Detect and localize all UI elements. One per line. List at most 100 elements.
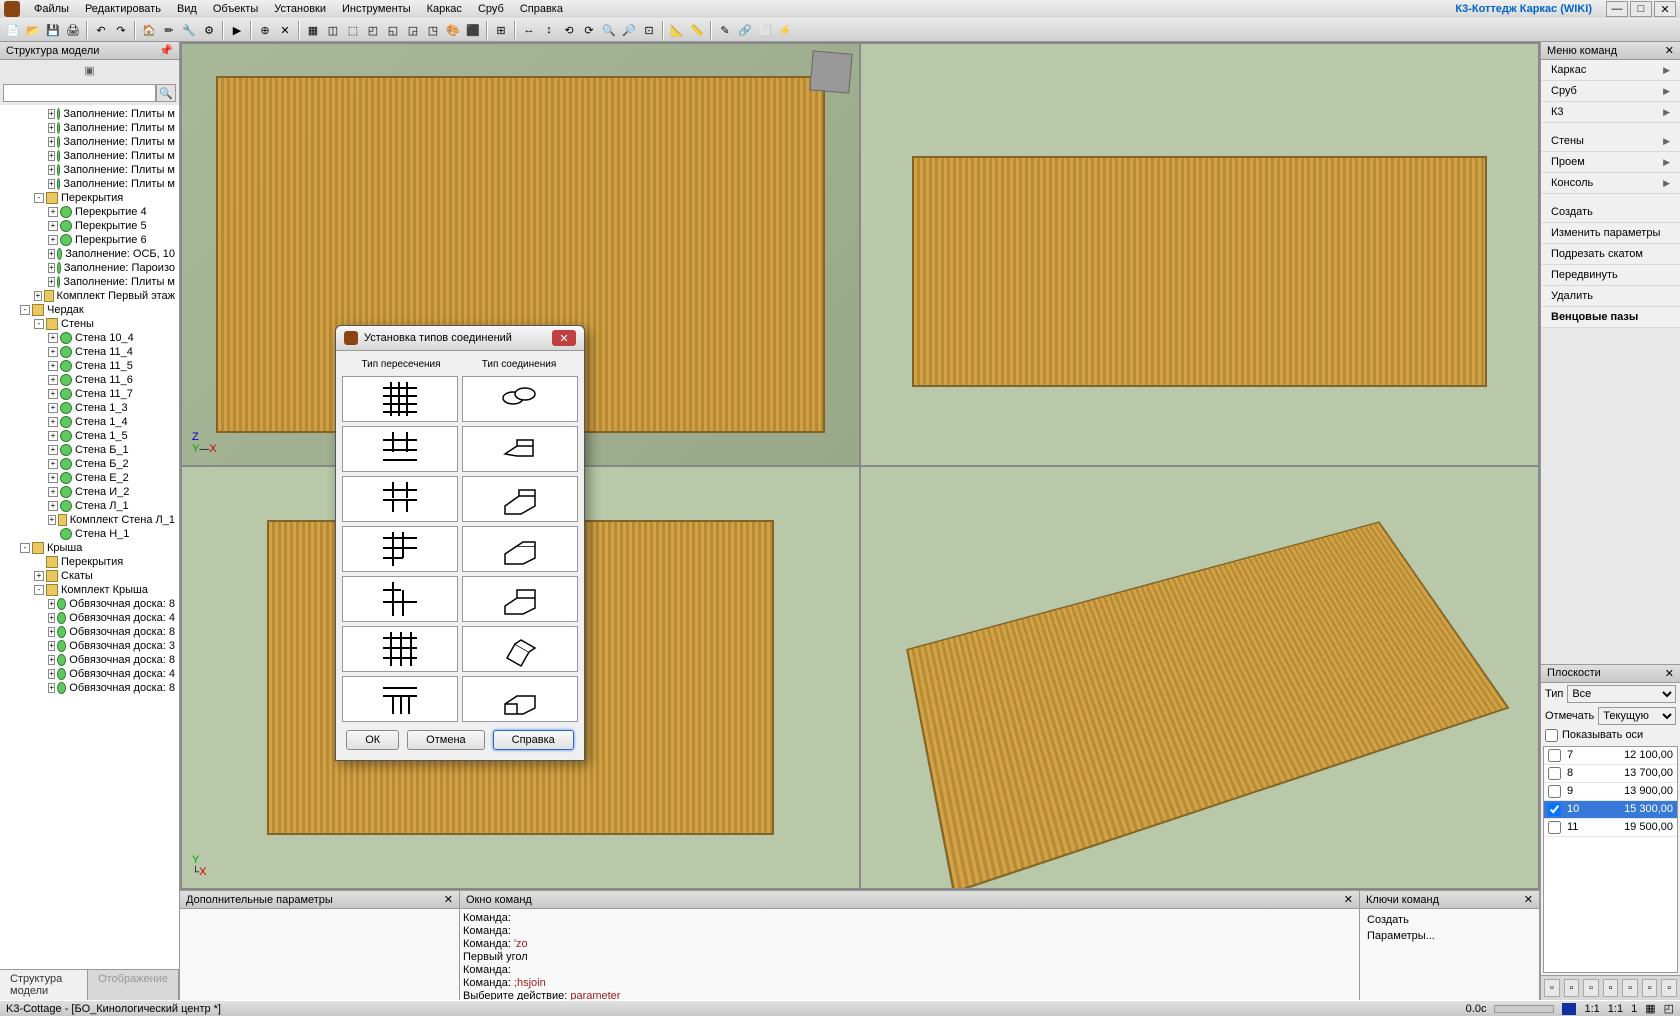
tree-expand-icon[interactable]: + <box>48 165 55 175</box>
tree-expand-icon[interactable]: - <box>20 305 30 315</box>
tree-expand-icon[interactable]: + <box>48 431 58 441</box>
tree-expand-icon[interactable]: + <box>48 137 55 147</box>
planes-tool-button[interactable]: ▫ <box>1622 979 1638 997</box>
toolbar-button[interactable]: ⊞ <box>492 21 510 39</box>
toolbar-button[interactable]: ↕ <box>540 21 558 39</box>
status-color-icon[interactable] <box>1562 1003 1576 1015</box>
command-menu-item[interactable]: Стены▶ <box>1541 131 1680 152</box>
command-menu-item[interactable]: Изменить параметры <box>1541 223 1680 244</box>
tree-item[interactable]: +Обвязочная доска: 8 <box>2 625 177 639</box>
dialog-help-button[interactable]: Справка <box>493 730 574 750</box>
viewport-iso[interactable] <box>861 467 1538 888</box>
tree-expand-icon[interactable]: + <box>48 235 58 245</box>
tree-expand-icon[interactable]: + <box>48 207 58 217</box>
command-menu-item[interactable]: Каркас▶ <box>1541 60 1680 81</box>
tree-item[interactable]: Перекрытия <box>2 555 177 569</box>
plane-item[interactable]: 1015 300,00 <box>1544 801 1677 819</box>
toolbar-button[interactable]: ⟲ <box>560 21 578 39</box>
plane-checkbox[interactable] <box>1548 803 1561 816</box>
tree-expand-icon[interactable]: + <box>48 123 55 133</box>
tab-structure[interactable]: Структура модели <box>0 970 88 1000</box>
toolbar-button[interactable]: 🔧 <box>180 21 198 39</box>
tree-item[interactable]: -Чердак <box>2 303 177 317</box>
toolbar-button[interactable]: ◰ <box>364 21 382 39</box>
plane-item[interactable]: 1119 500,00 <box>1544 819 1677 837</box>
toolbar-button[interactable]: 🖨 <box>64 21 82 39</box>
tree-item[interactable]: +Стена 1_5 <box>2 429 177 443</box>
tree-item[interactable]: +Обвязочная доска: 4 <box>2 611 177 625</box>
tree-item[interactable]: +Стена 1_4 <box>2 415 177 429</box>
plane-item[interactable]: 712 100,00 <box>1544 747 1677 765</box>
toolbar-button[interactable]: ⬛ <box>464 21 482 39</box>
tree-item[interactable]: +Обвязочная доска: 8 <box>2 597 177 611</box>
command-menu-item[interactable]: К3▶ <box>1541 102 1680 123</box>
toolbar-button[interactable]: 🔍 <box>600 21 618 39</box>
command-menu-item[interactable]: Удалить <box>1541 286 1680 307</box>
command-key-item[interactable]: Параметры... <box>1363 928 1536 944</box>
toolbar-button[interactable]: 💾 <box>44 21 62 39</box>
tree-expand-icon[interactable]: + <box>48 249 55 259</box>
tree-item[interactable]: +Обвязочная доска: 3 <box>2 639 177 653</box>
tree-item[interactable]: +Перекрытие 4 <box>2 205 177 219</box>
close-button[interactable]: ✕ <box>1654 1 1676 17</box>
viewport-front[interactable] <box>861 44 1538 465</box>
tree-item[interactable]: +Стена 11_4 <box>2 345 177 359</box>
tree-item[interactable]: -Крыша <box>2 541 177 555</box>
connection-type-button[interactable] <box>462 576 578 622</box>
intersection-type-button[interactable] <box>342 426 458 472</box>
menu-Сруб[interactable]: Сруб <box>470 1 512 17</box>
tree-item[interactable]: +Заполнение: Плиты м <box>2 177 177 191</box>
tree-item[interactable]: +Комплект Первый этаж <box>2 289 177 303</box>
plane-item[interactable]: 913 900,00 <box>1544 783 1677 801</box>
connection-type-button[interactable] <box>462 376 578 422</box>
toolbar-button[interactable]: ↷ <box>112 21 130 39</box>
tree-search-input[interactable] <box>3 84 156 102</box>
tree-expand-icon[interactable]: + <box>48 151 55 161</box>
toolbar-button[interactable]: 🏠 <box>140 21 158 39</box>
plane-item[interactable]: 813 700,00 <box>1544 765 1677 783</box>
dialog-cancel-button[interactable]: Отмена <box>407 730 484 750</box>
tree-item[interactable]: +Заполнение: Плиты м <box>2 135 177 149</box>
tree-expand-icon[interactable]: + <box>48 641 55 651</box>
tree-toolbar-icon[interactable]: ▣ <box>84 65 94 77</box>
intersection-type-button[interactable] <box>342 676 458 722</box>
toolbar-button[interactable]: 📂 <box>24 21 42 39</box>
tree-expand-icon[interactable]: + <box>48 277 55 287</box>
connection-type-button[interactable] <box>462 676 578 722</box>
status-slider[interactable] <box>1494 1005 1554 1013</box>
panel-close-icon[interactable]: ✕ <box>1665 667 1674 680</box>
tree-expand-icon[interactable]: + <box>48 627 55 637</box>
planes-tool-button[interactable]: ▫ <box>1564 979 1580 997</box>
connection-type-button[interactable] <box>462 526 578 572</box>
tree-item[interactable]: +Перекрытие 5 <box>2 219 177 233</box>
toolbar-button[interactable]: ⊡ <box>640 21 658 39</box>
toolbar-button[interactable]: 📐 <box>668 21 686 39</box>
tree-item[interactable]: +Стена 1_3 <box>2 401 177 415</box>
command-menu-item[interactable]: Консоль▶ <box>1541 173 1680 194</box>
planes-tool-button[interactable]: ▫ <box>1544 979 1560 997</box>
maximize-button[interactable]: □ <box>1630 1 1652 17</box>
toolbar-button[interactable]: ✎ <box>716 21 734 39</box>
menu-Инструменты[interactable]: Инструменты <box>334 1 419 17</box>
tree-expand-icon[interactable]: - <box>34 193 44 203</box>
tree-expand-icon[interactable]: + <box>48 417 58 427</box>
toolbar-button[interactable]: 🔗 <box>736 21 754 39</box>
command-key-item[interactable]: Создать <box>1363 912 1536 928</box>
menu-Справка[interactable]: Справка <box>512 1 571 17</box>
toolbar-button[interactable]: ⚡ <box>776 21 794 39</box>
panel-close-icon[interactable]: ✕ <box>1665 44 1674 57</box>
menu-Объекты[interactable]: Объекты <box>205 1 266 17</box>
toolbar-button[interactable]: ⊕ <box>256 21 274 39</box>
command-menu-item[interactable]: Венцовые пазы <box>1541 307 1680 328</box>
connection-type-button[interactable] <box>462 476 578 522</box>
tree-item[interactable]: +Обвязочная доска: 8 <box>2 681 177 695</box>
toolbar-button[interactable]: ▦ <box>304 21 322 39</box>
command-menu-item[interactable]: Сруб▶ <box>1541 81 1680 102</box>
dialog-ok-button[interactable]: ОК <box>346 730 399 750</box>
tree-item[interactable]: +Обвязочная доска: 8 <box>2 653 177 667</box>
toolbar-button[interactable]: 📄 <box>4 21 22 39</box>
tree-item[interactable]: +Стена Б_1 <box>2 443 177 457</box>
command-menu-item[interactable]: Создать <box>1541 202 1680 223</box>
command-menu-item[interactable]: Проем▶ <box>1541 152 1680 173</box>
tree-expand-icon[interactable]: - <box>34 585 44 595</box>
